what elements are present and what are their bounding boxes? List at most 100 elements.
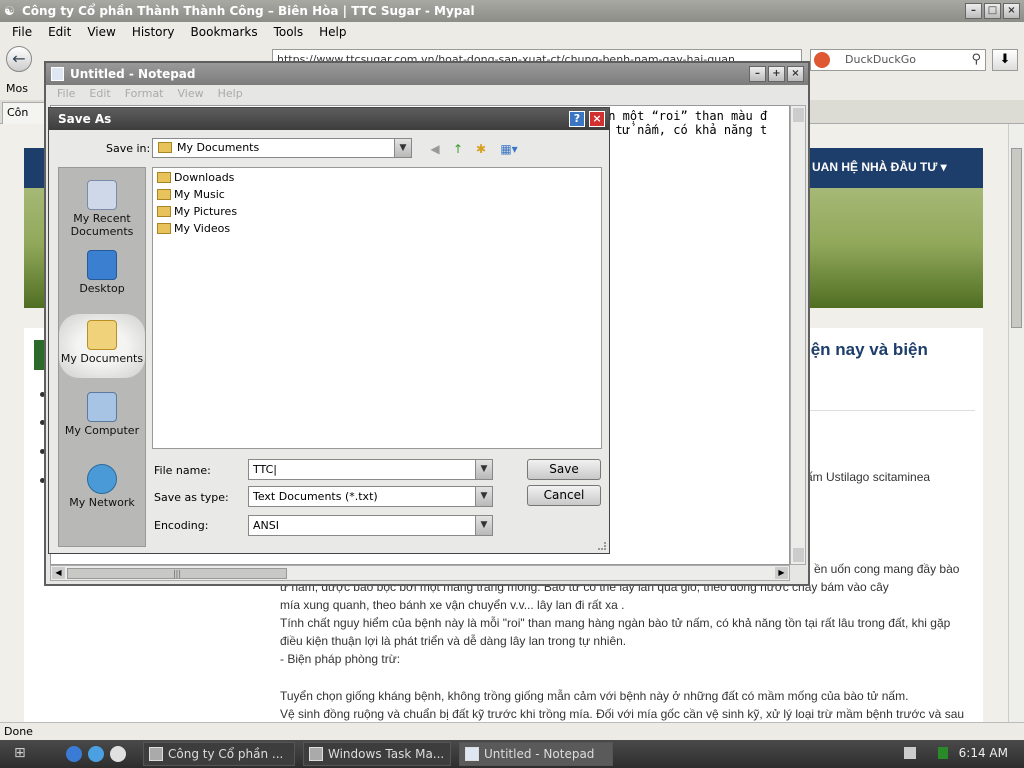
notepad-menu-help[interactable]: Help xyxy=(211,85,250,103)
tab-ttc-sugar[interactable]: Côn xyxy=(2,102,50,124)
task-notepad[interactable]: Untitled - Notepad xyxy=(459,742,613,766)
file-item-label: My Videos xyxy=(174,222,231,235)
task-task-manager[interactable]: Windows Task Ma... xyxy=(303,742,451,766)
bookmark-item[interactable]: Mos xyxy=(6,82,28,95)
file-item-label: My Music xyxy=(174,188,225,201)
notepad-close-button[interactable]: × xyxy=(787,66,804,82)
internet-explorer-icon[interactable] xyxy=(66,746,82,762)
list-item[interactable]: My Music xyxy=(156,187,225,203)
save-button[interactable]: Save xyxy=(527,459,601,480)
save-as-titlebar: Save As ? × xyxy=(49,108,609,130)
place-label: My Computer xyxy=(64,424,140,437)
search-placeholder: DuckDuckGo xyxy=(845,53,916,66)
chevron-down-icon[interactable]: ▼ xyxy=(475,460,492,479)
cancel-button[interactable]: Cancel xyxy=(527,485,601,506)
menu-view[interactable]: View xyxy=(79,25,123,39)
notepad-menu-format[interactable]: Format xyxy=(118,85,171,103)
my-documents-icon xyxy=(87,320,117,350)
menu-tools[interactable]: Tools xyxy=(266,25,312,39)
place-label: My Documents xyxy=(60,352,144,365)
notepad-title: Untitled - Notepad xyxy=(70,67,196,81)
article-text-line: mía xung quanh, theo bánh xe vận chuyển … xyxy=(280,598,625,612)
file-item-label: My Pictures xyxy=(174,205,238,218)
chevron-down-icon[interactable]: ▼ xyxy=(475,516,492,535)
start-menu-icon[interactable]: ⊞ xyxy=(14,745,34,763)
notepad-vertical-scrollbar[interactable] xyxy=(790,105,806,565)
menu-history[interactable]: History xyxy=(124,25,183,39)
notepad-horizontal-scrollbar[interactable]: ◀ ||| ▶ xyxy=(50,565,790,581)
scroll-down-arrow[interactable] xyxy=(793,548,804,562)
up-folder-icon[interactable]: ↑ xyxy=(450,141,466,157)
keyboard-icon[interactable] xyxy=(904,747,916,759)
menu-edit[interactable]: Edit xyxy=(40,25,79,39)
page-scroll-thumb[interactable] xyxy=(1011,148,1022,328)
task-label: Untitled - Notepad xyxy=(484,747,595,761)
file-name-label: File name: xyxy=(154,464,211,477)
browser-close-button[interactable]: × xyxy=(1003,3,1020,19)
network-icon[interactable] xyxy=(938,747,948,759)
new-folder-icon[interactable]: ✱ xyxy=(473,141,489,157)
desktop-icon xyxy=(87,250,117,280)
chevron-down-icon[interactable]: ▼ xyxy=(475,487,492,506)
duckduckgo-icon xyxy=(814,52,830,68)
notepad-minimize-button[interactable]: – xyxy=(749,66,766,82)
system-tray: 6:14 AM xyxy=(904,740,1024,768)
article-text-line: - Biện pháp phòng trừ: xyxy=(280,652,401,666)
place-my-computer[interactable]: My Computer xyxy=(59,386,145,450)
scroll-up-arrow[interactable] xyxy=(793,108,804,122)
save-as-type-value: Text Documents (*.txt) xyxy=(253,490,378,503)
scroll-right-arrow[interactable]: ▶ xyxy=(775,567,788,579)
encoding-value: ANSI xyxy=(253,519,279,532)
folder-icon xyxy=(158,142,172,153)
encoding-select[interactable]: ANSI ▼ xyxy=(248,515,493,536)
search-icon[interactable]: ⚲ xyxy=(971,50,981,70)
notepad-menu-view[interactable]: View xyxy=(171,85,211,103)
browser-task-icon xyxy=(149,747,163,761)
notepad-maximize-button[interactable]: + xyxy=(768,66,785,82)
save-in-dropdown[interactable]: My Documents ▼ xyxy=(152,138,412,158)
task-label: Windows Task Ma... xyxy=(328,747,445,761)
chevron-down-icon[interactable]: ▼ xyxy=(394,139,411,157)
file-list[interactable]: Downloads My Music My Pictures My Videos xyxy=(152,167,602,449)
horizontal-scroll-thumb[interactable]: ||| xyxy=(67,568,287,579)
dialog-close-button[interactable]: × xyxy=(589,111,605,127)
view-menu-icon[interactable]: ▦▾ xyxy=(497,141,521,157)
task-browser[interactable]: Công ty Cổ phần ... xyxy=(143,742,295,766)
back-arrow-icon[interactable]: ← xyxy=(6,46,32,72)
file-name-value: TTC| xyxy=(253,463,277,476)
resize-grip[interactable] xyxy=(598,542,606,550)
recent-documents-icon xyxy=(87,180,117,210)
task-manager-icon xyxy=(309,747,323,761)
save-as-dialog: Save As ? × Save in: My Documents ▼ ◀ ↑ … xyxy=(48,107,610,554)
clock[interactable]: 6:14 AM xyxy=(959,746,1008,760)
list-item[interactable]: My Pictures xyxy=(156,204,237,220)
media-player-icon[interactable] xyxy=(110,746,126,762)
browser-quicklaunch-icon[interactable] xyxy=(88,746,104,762)
menu-bookmarks[interactable]: Bookmarks xyxy=(183,25,266,39)
file-name-input[interactable]: TTC| ▼ xyxy=(248,459,493,480)
scroll-left-arrow[interactable]: ◀ xyxy=(52,567,65,579)
menu-file[interactable]: File xyxy=(4,25,40,39)
search-input[interactable]: DuckDuckGo ⚲ xyxy=(810,49,986,71)
download-arrow-icon[interactable]: ⬇ xyxy=(992,49,1018,71)
browser-menubar: File Edit View History Bookmarks Tools H… xyxy=(0,22,1024,42)
notepad-menu-file[interactable]: File xyxy=(50,85,82,103)
status-bar: Done xyxy=(0,722,1024,740)
nav-investor-relations[interactable]: UAN HỆ NHÀ ĐẦU TƯ ▾ xyxy=(812,160,947,174)
dialog-title: Save As xyxy=(58,112,112,126)
place-my-recent-documents[interactable]: My Recent Documents xyxy=(59,174,145,238)
page-scrollbar[interactable] xyxy=(1008,124,1024,722)
place-my-network[interactable]: My Network xyxy=(59,458,145,522)
back-icon[interactable]: ◀ xyxy=(427,141,443,157)
save-as-type-select[interactable]: Text Documents (*.txt) ▼ xyxy=(248,486,493,507)
place-my-documents[interactable]: My Documents xyxy=(59,314,145,378)
menu-help[interactable]: Help xyxy=(311,25,354,39)
browser-minimize-button[interactable]: – xyxy=(965,3,982,19)
notepad-menu-edit[interactable]: Edit xyxy=(82,85,117,103)
notepad-text-line: o tử nấm, có khả năng t xyxy=(601,123,768,137)
browser-maximize-button[interactable]: □ xyxy=(984,3,1001,19)
list-item[interactable]: My Videos xyxy=(156,221,230,237)
help-button[interactable]: ? xyxy=(569,111,585,127)
place-desktop[interactable]: Desktop xyxy=(59,244,145,308)
list-item[interactable]: Downloads xyxy=(156,170,234,186)
